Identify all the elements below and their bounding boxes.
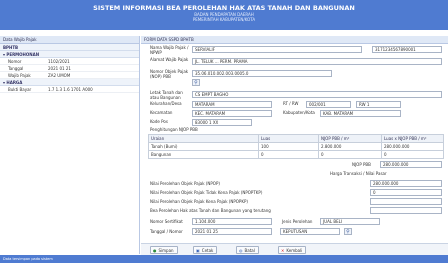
kecamatan-label: Kecamatan: [150, 110, 173, 115]
table-row: Tanah (Bumi) 100 2.800.000 280.000.000: [148, 142, 444, 151]
tanggal-label: Tanggal / Nomor: [150, 229, 183, 234]
bphtb-label: Bea Perolehan Hak atas Tanah dan Banguna…: [150, 208, 271, 213]
sidebar-row: Nomor 1102/2021: [0, 58, 139, 65]
npop-input[interactable]: 280.000.000: [370, 180, 442, 187]
npwp-input[interactable]: 3171234567890001: [372, 46, 442, 53]
nama-input[interactable]: SERVIALIF: [192, 46, 362, 53]
njop-total-label: NJOP PBB: [352, 162, 371, 167]
rt-label: RT / RW: [283, 101, 299, 106]
sidebar-section-harga[interactable]: ▾ HARGA: [0, 79, 139, 86]
npop-label: Nilai Perolehan Objek Pajak (NPOP): [150, 181, 220, 186]
npoptkp-label: Nilai Perolehan Objek Pajak Tidak Kena P…: [150, 190, 263, 195]
table-row: Bangunan 0 0 0: [148, 150, 444, 159]
sidebar-row: Bukti Bayar 1.7 1.3 1.6 1701 A000: [0, 86, 139, 93]
nama-label: Nama Wajib Pajak / NPWP: [150, 45, 189, 55]
sidebar-section-bphtb[interactable]: BPHTB: [0, 44, 139, 51]
alamat-label: Alamat Wajib Pajak: [150, 57, 189, 62]
nop-input[interactable]: 35.06.010.002.003.0005.0: [192, 70, 332, 77]
nomor-sertifikat-input[interactable]: 1.104.000: [192, 218, 272, 225]
kecamatan-input[interactable]: KEC. MATARAM: [192, 110, 272, 117]
kodepos-input[interactable]: 83000 1 XX: [192, 119, 252, 126]
npoptkp-input[interactable]: 0: [370, 189, 442, 196]
njop-total-input: 280.000.000: [380, 161, 442, 168]
form-title: FORM DATA SSPD BPHTB: [141, 36, 448, 44]
nop-label: Nomor Objek Pajak (NOP) PBB: [150, 69, 189, 79]
close-icon: ✕: [281, 247, 285, 253]
kembali-button[interactable]: ✕ Kembali: [278, 246, 307, 254]
nomor-sertifikat-label: Nomor Sertifikat: [150, 219, 183, 224]
batal-button[interactable]: ◍ Batal: [236, 246, 259, 254]
transaksi-label: Harga Transaksi / Nilai Pasar: [330, 171, 387, 176]
kabupaten-input[interactable]: KAB. MATARAM: [320, 110, 401, 117]
rw-input[interactable]: RW 1: [356, 101, 401, 108]
sidebar: Data Wajib Pajak BPHTB ▾ PERMOHONAN Nomo…: [0, 36, 140, 254]
kabupaten-label: Kabupaten/Kota: [283, 110, 315, 115]
search-icon[interactable]: ⚲: [192, 79, 200, 86]
print-icon: ▣: [196, 247, 200, 253]
status-bar: Data tersimpan pada sistem: [0, 255, 448, 263]
jenis-select[interactable]: JUAL BELI: [320, 218, 380, 225]
alamat-input[interactable]: JL. TELUK ... PERM. PRAMA: [192, 58, 442, 65]
jenis-label: Jenis Perolehan: [282, 219, 313, 224]
perhitungan-label: Penghitungan NJOP PBB: [150, 127, 198, 132]
tanggal-input[interactable]: 2021 01 25: [192, 228, 272, 235]
cetak-button[interactable]: ▣ Cetak: [193, 246, 218, 254]
save-icon: ●: [153, 247, 157, 253]
sidebar-row: Tanggal 2021 01 21: [0, 65, 139, 72]
npopkp-label: Nilai Perolehan Objek Pajak Kena Pajak (…: [150, 199, 248, 204]
sidebar-title: Data Wajib Pajak: [0, 36, 139, 44]
letak-label: Letak Tanah dan atau Bangunan: [150, 90, 183, 100]
app-header: SISTEM INFORMASI BEA PEROLEHAN HAK ATAS …: [0, 0, 448, 30]
app-subtitle-2: PEMERINTAH KABUPATEN/KOTA: [192, 17, 256, 22]
npopkp-input[interactable]: [370, 198, 442, 205]
kelurahan-label: Kelurahan/Desa: [150, 101, 182, 106]
bphtb-input[interactable]: [370, 207, 442, 214]
rt-input[interactable]: 002/001: [306, 101, 351, 108]
simpan-button[interactable]: ● Simpan: [150, 246, 178, 254]
search-icon[interactable]: ⚲: [344, 228, 352, 235]
kelurahan-input[interactable]: MATARAM: [192, 101, 272, 108]
letak-input[interactable]: CS EMPT BAGHO: [192, 91, 442, 98]
njop-table: Uraian Luas NJOP PBB / m² Luas x NJOP PB…: [148, 134, 444, 159]
app-title: SISTEM INFORMASI BEA PEROLEHAN HAK ATAS …: [93, 4, 355, 12]
button-bar: ● Simpan ▣ Cetak ◍ Batal ✕ Kembali: [141, 243, 448, 255]
kodepos-label: Kode Pos: [150, 119, 168, 124]
table-header-row: Uraian Luas NJOP PBB / m² Luas x NJOP PB…: [148, 134, 444, 143]
cancel-icon: ◍: [239, 247, 243, 253]
sidebar-section-permohonan[interactable]: ▾ PERMOHONAN: [0, 51, 139, 58]
sidebar-row: Wajib Pajak ZA2 UMOM: [0, 72, 139, 79]
nomor-input[interactable]: KEPUTUSAN: [280, 228, 340, 235]
